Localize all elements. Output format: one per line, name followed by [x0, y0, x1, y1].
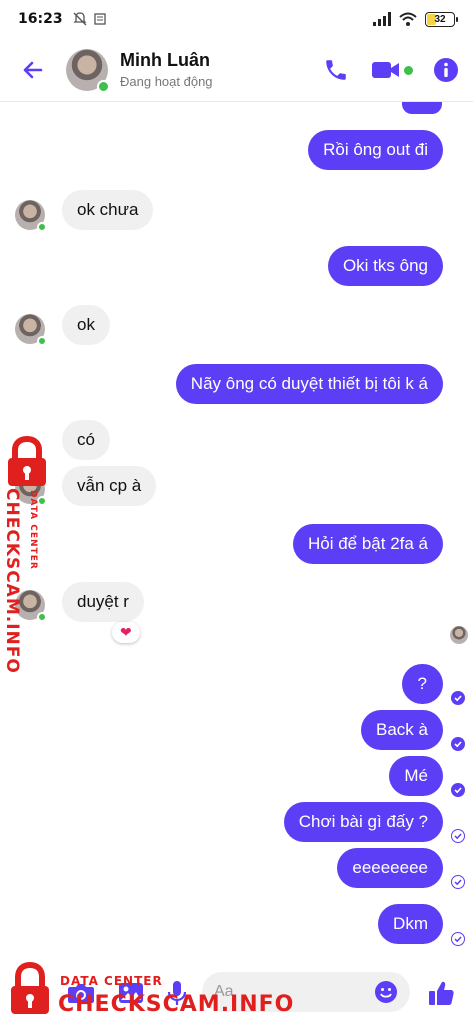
message-bubble-outgoing[interactable]: Nãy ông có duyệt thiết bị tôi k á: [175, 364, 443, 404]
video-camera-icon: [372, 61, 399, 78]
wifi-icon: [399, 12, 417, 26]
video-online-dot: [404, 65, 413, 75]
message-bubble-incoming[interactable]: có: [62, 420, 110, 460]
avatar: [15, 200, 47, 232]
delivered-check-icon: [451, 737, 465, 751]
info-icon: [434, 57, 458, 82]
battery-level: 32: [434, 13, 446, 25]
voice-call-button[interactable]: [323, 57, 349, 83]
message-bubble-incoming[interactable]: ok chưa: [62, 190, 154, 230]
video-call-button[interactable]: [371, 58, 413, 82]
status-right-icons: 32: [373, 11, 458, 27]
message-bubble-outgoing[interactable]: Oki tks ông: [327, 246, 443, 286]
watermark-text: CHECKSCAM.INFO: [58, 992, 295, 1017]
avatar: [15, 314, 47, 346]
message-bubble-incoming[interactable]: vẫn cp à: [62, 466, 157, 506]
sent-check-icon: [451, 875, 465, 889]
message-bubble-incoming[interactable]: duyệt r: [62, 582, 144, 622]
info-button[interactable]: [433, 57, 459, 83]
message-bubble-outgoing[interactable]: Rồi ông out đi: [308, 130, 443, 170]
message-bubble-outgoing[interactable]: Chơi bài gì đấy ?: [283, 802, 443, 842]
message-bubble-outgoing[interactable]: Dkm: [378, 904, 443, 944]
sent-check-icon: [451, 829, 465, 843]
contact-status: Đang hoạt động: [120, 74, 213, 89]
delivered-check-icon: [451, 691, 465, 705]
watermark-subtext: DATA CENTER: [60, 974, 163, 988]
message-bubble-outgoing[interactable]: Hỏi để bật 2fa á: [292, 524, 443, 564]
message-bubble-outgoing[interactable]: ?: [401, 664, 443, 704]
chat-header: Minh Luân Đang hoạt động: [0, 38, 473, 102]
thumbs-up-icon: [429, 981, 454, 1005]
online-indicator: [97, 79, 110, 93]
lock-icon: [8, 436, 46, 486]
header-actions: [323, 57, 459, 83]
status-bar: 16:23 32: [0, 0, 473, 38]
contact-name: Minh Luân: [120, 50, 210, 70]
back-arrow-icon: [23, 61, 43, 78]
status-notification-icons: [73, 12, 107, 26]
watermark-text: CHECKSCAM.INFO: [2, 488, 22, 674]
message-bubble-outgoing[interactable]: Back à: [361, 710, 443, 750]
like-button[interactable]: [426, 978, 456, 1008]
contact-avatar[interactable]: [66, 48, 110, 93]
message-bubble-outgoing[interactable]: eeeeeeee: [337, 848, 443, 888]
emoji-icon[interactable]: [374, 980, 398, 1004]
battery-icon: 32: [425, 11, 458, 27]
message-list[interactable]: Rồi ông out đi ok chưa Oki tks ông ok Nã…: [0, 96, 473, 952]
online-indicator: [37, 222, 47, 232]
bell-off-icon: [73, 12, 87, 26]
seen-avatar: [450, 626, 468, 644]
phone-icon: [326, 59, 346, 80]
watermark-side: CHECKSCAM.INFO DATA CENTER: [0, 436, 60, 674]
watermark-subtext: DATA CENTER: [28, 490, 38, 570]
contact-info[interactable]: Minh Luân Đang hoạt động: [120, 50, 213, 89]
back-button[interactable]: [14, 51, 52, 89]
composer-bar: Aa DATA CENTER CHECKSCAM.INFO: [0, 952, 473, 1024]
online-indicator: [37, 336, 47, 346]
sent-check-icon: [451, 932, 465, 946]
message-icon: [93, 13, 106, 25]
delivered-check-icon: [451, 783, 465, 797]
lock-icon: [11, 962, 49, 1014]
message-bubble-outgoing[interactable]: Mé: [389, 756, 443, 796]
message-bubble-incoming[interactable]: ok: [62, 305, 110, 345]
heart-reaction[interactable]: ❤: [112, 622, 140, 643]
status-time: 16:23: [18, 11, 63, 27]
signal-icon: [373, 12, 391, 26]
